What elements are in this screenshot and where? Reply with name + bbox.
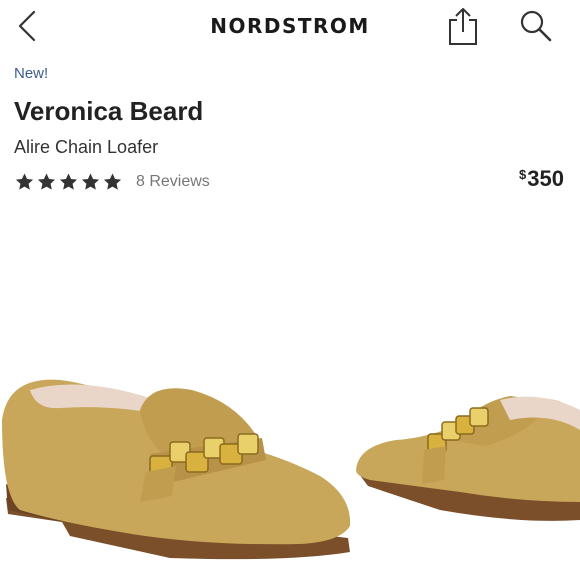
star-icon xyxy=(15,173,34,190)
product-name: Alire Chain Loafer xyxy=(14,137,159,157)
rating[interactable]: 8 Reviews xyxy=(14,170,210,194)
price-amount: 350 xyxy=(527,166,564,191)
star-rating xyxy=(14,172,124,192)
right-loafer xyxy=(356,396,580,521)
star-icon xyxy=(103,173,122,190)
share-icon xyxy=(449,8,477,45)
star-icon xyxy=(59,173,78,190)
star-icon xyxy=(37,173,56,190)
search-button[interactable] xyxy=(518,8,554,44)
star-icon xyxy=(81,173,100,190)
product-price: $350 xyxy=(519,166,564,192)
reviews-link[interactable]: 8 Reviews xyxy=(136,173,210,191)
left-loafer xyxy=(2,379,351,560)
top-bar: NORDSTROM xyxy=(0,0,580,52)
product-image[interactable] xyxy=(0,240,580,580)
new-badge: New! xyxy=(14,65,49,82)
loafers-illustration xyxy=(2,379,580,560)
search-icon xyxy=(520,10,552,42)
share-button[interactable] xyxy=(446,6,480,46)
price-currency: $ xyxy=(519,167,527,182)
brand-logo[interactable]: NORDSTROM xyxy=(0,14,580,38)
product-brand-name[interactable]: Veronica Beard xyxy=(14,96,203,127)
